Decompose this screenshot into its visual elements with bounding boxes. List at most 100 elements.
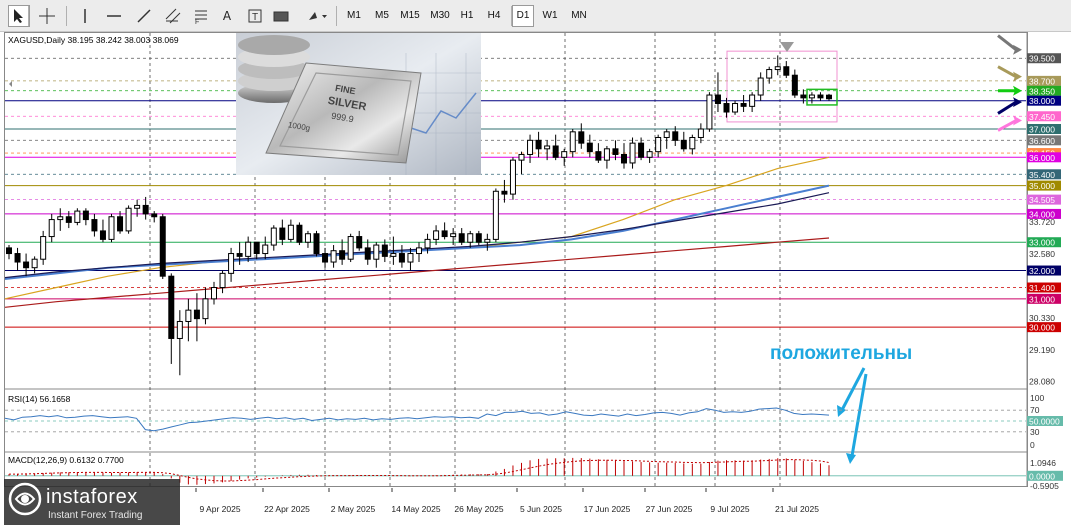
candle-body[interactable] — [672, 131, 679, 141]
candle-body[interactable] — [826, 94, 832, 100]
candle-body[interactable] — [783, 66, 790, 76]
candle-body[interactable] — [749, 94, 756, 107]
candle-body[interactable] — [185, 309, 192, 322]
candle-body[interactable] — [74, 210, 81, 223]
candle-body[interactable] — [279, 227, 286, 240]
candle-body[interactable] — [381, 244, 388, 257]
candle-body[interactable] — [134, 204, 141, 209]
candle-body[interactable] — [373, 244, 380, 260]
candle-body[interactable] — [492, 190, 499, 240]
candle-body[interactable] — [817, 94, 824, 99]
candle-body[interactable] — [23, 261, 30, 269]
candle-body[interactable] — [714, 94, 721, 105]
candle-body[interactable] — [621, 153, 627, 164]
timeframe-m1[interactable]: M1 — [342, 5, 366, 27]
candle-body[interactable] — [219, 272, 226, 289]
candle-body[interactable] — [612, 148, 619, 155]
text-icon[interactable]: A — [216, 5, 238, 27]
candle-body[interactable] — [82, 210, 89, 221]
candle-body[interactable] — [808, 94, 815, 99]
candle-body[interactable] — [390, 253, 397, 257]
trendline-icon[interactable] — [133, 5, 155, 27]
rectangle-icon[interactable] — [270, 5, 292, 27]
candle-body[interactable] — [296, 224, 303, 243]
candle-body[interactable] — [322, 253, 329, 263]
candle-body[interactable] — [339, 250, 346, 260]
candle-body[interactable] — [108, 216, 115, 240]
candle-body[interactable] — [740, 103, 747, 107]
timeframe-h1[interactable]: H1 — [456, 5, 478, 27]
candle-body[interactable] — [450, 233, 457, 238]
candle-body[interactable] — [176, 320, 183, 339]
candle-body[interactable] — [766, 69, 773, 79]
candle-body[interactable] — [561, 151, 568, 158]
candle-body[interactable] — [125, 207, 132, 232]
candle-body[interactable] — [211, 287, 217, 300]
candle-body[interactable] — [527, 139, 534, 155]
candle-body[interactable] — [142, 204, 149, 215]
candle-body[interactable] — [433, 230, 440, 240]
candle-body[interactable] — [14, 253, 21, 263]
candle-body[interactable] — [91, 219, 98, 232]
candle-body[interactable] — [774, 66, 781, 71]
candle-body[interactable] — [228, 253, 235, 274]
candle-body[interactable] — [689, 136, 696, 150]
fibonacci-icon[interactable]: F — [190, 5, 212, 27]
candle-body[interactable] — [791, 74, 798, 96]
candle-body[interactable] — [706, 94, 713, 130]
text-label-icon[interactable]: T — [244, 5, 266, 27]
candle-body[interactable] — [518, 153, 525, 161]
candle-body[interactable] — [757, 77, 764, 96]
timeframe-w1[interactable]: W1 — [538, 5, 562, 27]
candle-body[interactable] — [484, 238, 491, 243]
crosshair-icon[interactable] — [36, 5, 58, 27]
candle-body[interactable] — [458, 233, 465, 243]
candle-body[interactable] — [544, 145, 551, 150]
candle-body[interactable] — [441, 230, 448, 238]
candle-body[interactable] — [424, 238, 431, 249]
arrow-dropdown-icon[interactable] — [304, 5, 330, 27]
price-chart[interactable]: 39.500 38.70038.35038.000 37.450 37.000 36.6… — [0, 32, 1071, 525]
candle-body[interactable] — [270, 227, 277, 246]
candle-body[interactable] — [467, 233, 474, 243]
candle-body[interactable] — [313, 233, 320, 255]
horizontal-line-icon[interactable] — [103, 5, 125, 27]
candle-body[interactable] — [646, 151, 653, 158]
candle-body[interactable] — [655, 136, 662, 153]
candle-body[interactable] — [48, 219, 55, 238]
candle-body[interactable] — [151, 213, 158, 218]
candle-body[interactable] — [99, 230, 106, 240]
candle-body[interactable] — [629, 142, 636, 164]
candle-body[interactable] — [193, 309, 200, 320]
candle-body[interactable] — [364, 247, 371, 260]
timeframe-m5[interactable]: M5 — [370, 5, 394, 27]
cursor-icon[interactable] — [8, 5, 30, 27]
candle-body[interactable] — [31, 258, 38, 269]
candle-body[interactable] — [168, 275, 175, 339]
candle-body[interactable] — [732, 103, 739, 113]
candle-body[interactable] — [57, 216, 64, 221]
candle-body[interactable] — [40, 236, 47, 260]
candle-body[interactable] — [347, 236, 354, 260]
candle-body[interactable] — [330, 250, 337, 263]
candle-body[interactable] — [398, 253, 405, 263]
candle-body[interactable] — [638, 142, 645, 158]
candle-body[interactable] — [723, 103, 730, 113]
timeframe-m30[interactable]: M30 — [426, 5, 454, 27]
timeframe-mn[interactable]: MN — [566, 5, 592, 27]
candle-body[interactable] — [245, 241, 252, 257]
candle-body[interactable] — [569, 131, 576, 153]
candle-body[interactable] — [663, 131, 670, 138]
candle-body[interactable] — [475, 233, 482, 243]
candle-body[interactable] — [65, 216, 72, 223]
timeframe-d1[interactable]: D1 — [512, 5, 534, 27]
candle-body[interactable] — [287, 224, 294, 240]
candle-body[interactable] — [159, 216, 166, 277]
candle-body[interactable] — [697, 128, 704, 138]
candle-body[interactable] — [117, 216, 124, 232]
candle-body[interactable] — [202, 298, 209, 320]
vertical-line-icon[interactable] — [74, 5, 96, 27]
candle-body[interactable] — [800, 94, 807, 99]
candle-body[interactable] — [586, 142, 593, 153]
candle-body[interactable] — [680, 139, 687, 150]
